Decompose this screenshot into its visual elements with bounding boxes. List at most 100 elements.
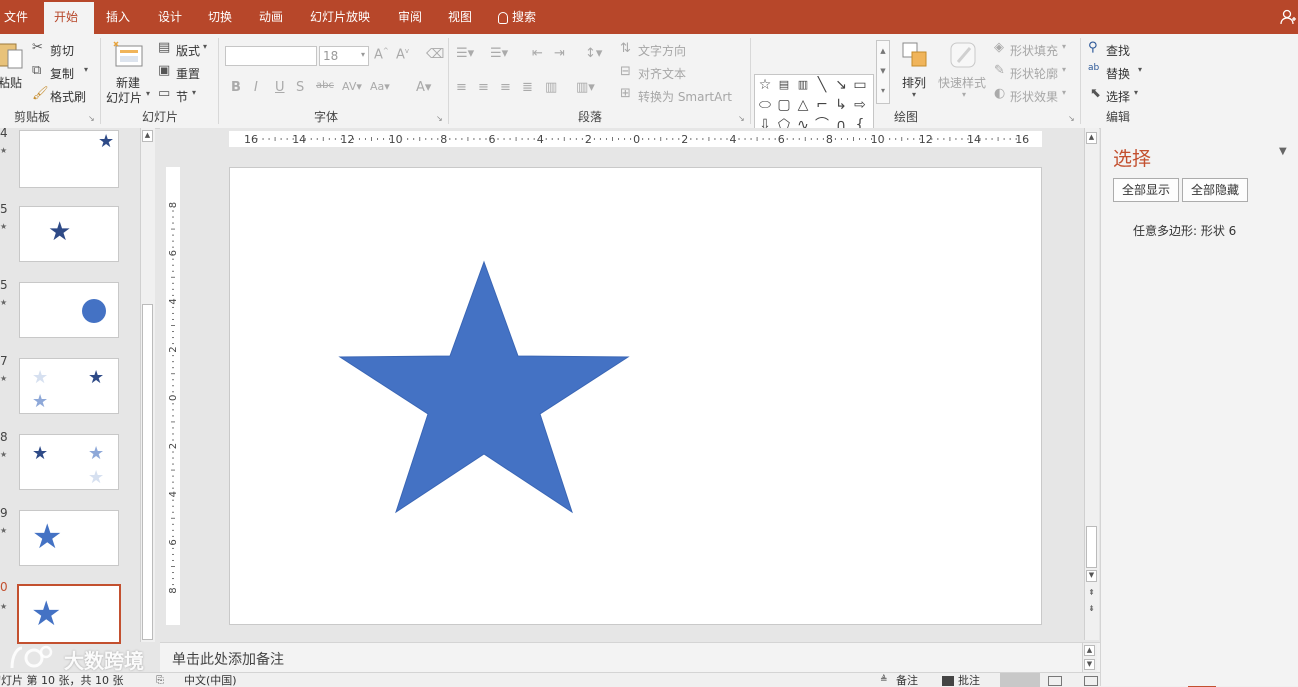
reset-icon[interactable]: ▣	[158, 63, 170, 78]
tab-insert[interactable]: 插入	[96, 0, 140, 34]
arrow-line-shape-icon[interactable]: ↘	[832, 76, 850, 94]
previous-slide-icon[interactable]: ⇞	[1086, 588, 1097, 597]
vertical-textbox-shape-icon[interactable]: ▥	[794, 76, 812, 94]
share-user-icon[interactable]	[1280, 9, 1296, 28]
shapes-gallery-scroll[interactable]: ▲ ▼ ▾	[876, 40, 890, 104]
slide-thumbnail-9[interactable]: ★	[19, 510, 119, 566]
comments-button[interactable]: 批注	[958, 674, 980, 687]
align-text-button[interactable]: 对齐文本	[638, 65, 686, 82]
tab-review[interactable]: 审阅	[388, 0, 432, 34]
oval-shape-icon[interactable]: ⬭	[756, 96, 774, 114]
workspace-scrollbar[interactable]: ▲ ▼ ⇞ ⇟	[1084, 128, 1099, 640]
elbow-arrow-shape-icon[interactable]: ↳	[832, 96, 850, 114]
selection-item-shape-6[interactable]: 任意多边形: 形状 6	[1133, 222, 1236, 239]
align-text-icon[interactable]: ⊟	[620, 64, 631, 79]
slide-thumbnail-7[interactable]: ★ ★ ★	[19, 358, 119, 414]
chevron-up-icon[interactable]: ▲	[142, 130, 153, 142]
scissors-icon[interactable]: ✂	[32, 40, 43, 55]
slide-thumbnail-10[interactable]: ★	[17, 584, 121, 644]
gallery-more-icon[interactable]: ▾	[877, 81, 889, 101]
slide-thumbnail-5[interactable]: ★	[19, 206, 119, 262]
new-slide-icon[interactable]	[112, 40, 144, 73]
section-icon[interactable]: ▭	[158, 86, 170, 101]
tab-design[interactable]: 设计	[148, 0, 192, 34]
increase-font-icon[interactable]: A^	[374, 47, 389, 62]
right-arrow-shape-icon[interactable]: ⇨	[851, 96, 869, 114]
chevron-down-icon[interactable]: ▾	[1134, 88, 1138, 97]
elbow-connector-shape-icon[interactable]: ⌐	[813, 96, 831, 114]
chevron-up-icon[interactable]: ▲	[1084, 645, 1095, 656]
dialog-launcher-icon[interactable]: ↘	[1068, 114, 1075, 123]
cut-button[interactable]: 剪切	[50, 42, 74, 59]
triangle-shape-icon[interactable]: △	[794, 96, 812, 114]
pen-icon[interactable]: ✎	[994, 63, 1005, 78]
chevron-down-icon[interactable]: ▼	[1084, 659, 1095, 670]
decrease-font-icon[interactable]: Av	[396, 47, 409, 62]
slide-sorter-view-icon[interactable]	[1048, 676, 1062, 686]
line-shape-icon[interactable]: ╲	[813, 76, 831, 94]
text-direction-button[interactable]: 文字方向	[638, 42, 686, 59]
chevron-up-icon[interactable]: ▲	[1086, 132, 1097, 144]
arrange-button[interactable]: 排列	[902, 74, 926, 91]
slide-thumbnail-6[interactable]	[19, 282, 119, 338]
arrange-icon[interactable]	[900, 40, 930, 73]
scrollbar-thumb[interactable]	[142, 304, 153, 640]
italic-icon[interactable]: I	[254, 80, 258, 95]
numbering-icon[interactable]: ☰▾	[490, 46, 508, 61]
chevron-down-icon[interactable]: ▾	[1062, 65, 1066, 74]
format-painter-icon[interactable]: 🖌	[32, 86, 49, 101]
slide-thumbnail-4[interactable]: ★	[19, 130, 119, 188]
show-all-button[interactable]: 全部显示	[1113, 178, 1180, 202]
chevron-down-icon[interactable]: ▼	[1086, 570, 1097, 582]
tab-transitions[interactable]: 切换	[198, 0, 242, 34]
copy-icon[interactable]: ⧉	[32, 63, 41, 78]
chevron-down-icon[interactable]: ▾	[146, 89, 150, 98]
columns-icon[interactable]: ▥▾	[576, 80, 595, 95]
convert-smartart-button[interactable]: 转换为 SmartArt	[638, 88, 732, 105]
decrease-indent-icon[interactable]: ⇤	[532, 46, 543, 61]
slide-canvas[interactable]	[229, 167, 1042, 625]
increase-indent-icon[interactable]: ⇥	[554, 46, 565, 61]
notes-placeholder[interactable]: 单击此处添加备注	[172, 649, 284, 669]
new-slide-label-2[interactable]: 幻灯片	[106, 89, 142, 106]
dialog-launcher-icon[interactable]: ↘	[436, 114, 443, 123]
align-right-icon[interactable]: ≡	[500, 80, 511, 95]
chevron-down-icon[interactable]: ▾	[203, 42, 207, 51]
tab-file[interactable]: 文件	[0, 0, 38, 34]
format-painter-button[interactable]: 格式刷	[50, 88, 86, 105]
shape-outline-button[interactable]: 形状轮廓	[1010, 65, 1058, 82]
reading-view-icon[interactable]	[1084, 676, 1098, 686]
layout-button[interactable]: 版式	[176, 42, 200, 59]
tab-view[interactable]: 视图	[438, 0, 482, 34]
font-name-combo[interactable]	[225, 46, 317, 66]
justify-icon[interactable]: ≣	[522, 80, 533, 95]
tab-animations[interactable]: 动画	[249, 0, 293, 34]
paint-bucket-icon[interactable]: ◈	[994, 40, 1004, 55]
section-button[interactable]: 节	[176, 88, 188, 105]
normal-view-button[interactable]	[1000, 673, 1040, 687]
chevron-down-icon[interactable]: ▾	[1062, 42, 1066, 51]
bold-icon[interactable]: B	[231, 80, 241, 95]
layout-icon[interactable]: ▤	[158, 40, 170, 55]
dialog-launcher-icon[interactable]: ↘	[738, 114, 745, 123]
cursor-arrow-icon[interactable]: ⬉	[1090, 86, 1101, 101]
quick-styles-button[interactable]: 快速样式	[938, 74, 986, 91]
notes-toggle-button[interactable]: 备注	[896, 674, 918, 687]
comments-icon[interactable]	[942, 676, 954, 686]
font-size-combo[interactable]: 18 ▾	[319, 46, 369, 66]
clear-formatting-icon[interactable]: ⌫	[426, 47, 444, 62]
paste-icon[interactable]	[0, 40, 26, 70]
dialog-launcher-icon[interactable]: ↘	[88, 114, 95, 123]
paste-button[interactable]: 粘贴	[0, 74, 22, 91]
underline-icon[interactable]: U	[275, 80, 285, 95]
rounded-rect-shape-icon[interactable]: ▢	[775, 96, 793, 114]
shapes-gallery[interactable]: ☆ ▤ ▥ ╲ ↘ ▭ ⬭ ▢ △ ⌐ ↳ ⇨ ⇩ ⬠ ∿ ⌒ ∩ {	[754, 74, 874, 136]
text-direction-icon[interactable]: ⇅	[620, 41, 631, 56]
language-status[interactable]: 中文(中国)	[184, 674, 237, 687]
chevron-up-icon[interactable]: ▲	[877, 41, 889, 61]
replace-icon[interactable]: ab	[1088, 63, 1099, 73]
next-slide-icon[interactable]: ⇟	[1086, 604, 1097, 613]
smartart-icon[interactable]: ⊞	[620, 86, 631, 101]
textbox-shape-icon[interactable]: ▤	[775, 76, 793, 94]
reset-button[interactable]: 重置	[176, 65, 200, 82]
